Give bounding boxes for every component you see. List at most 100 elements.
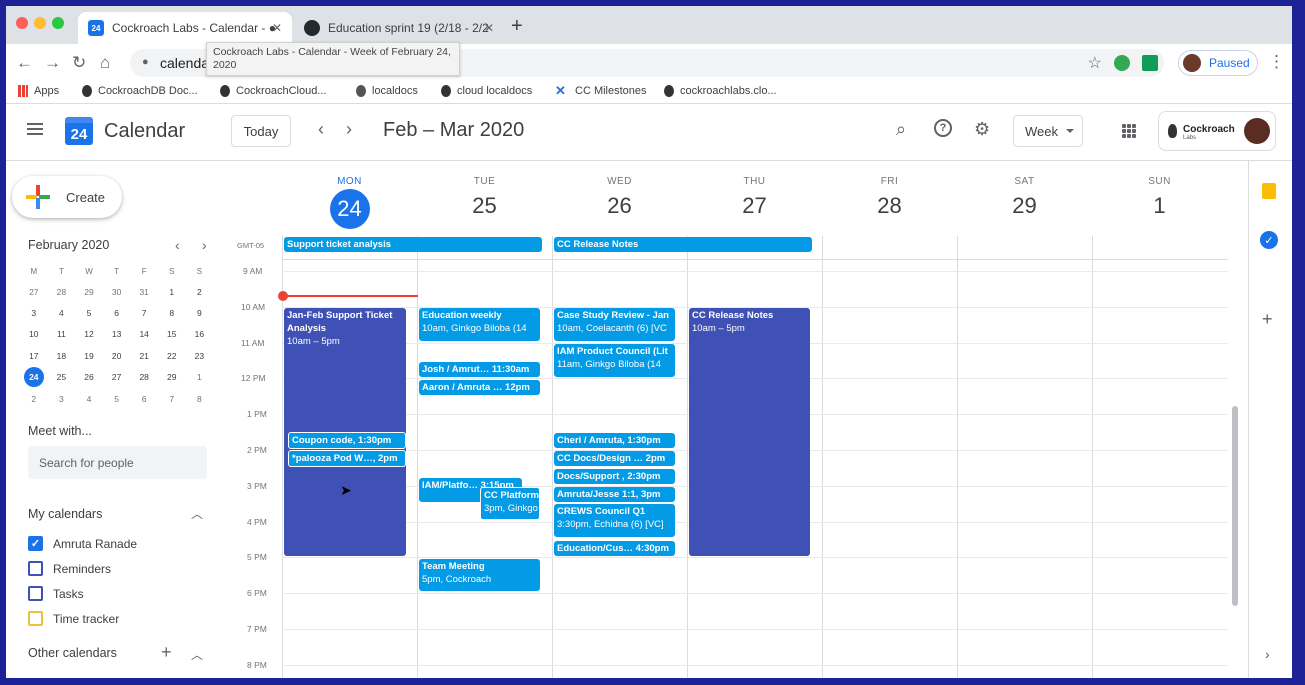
gear-icon[interactable]: ⚙: [974, 119, 990, 140]
chevron-left-icon[interactable]: ‹: [318, 119, 324, 140]
mini-calendar-day[interactable]: 1: [158, 281, 186, 302]
mini-calendar-day[interactable]: 28: [48, 281, 76, 302]
event-block[interactable]: Coupon code, 1:30pm: [288, 432, 406, 449]
mini-calendar-day[interactable]: 2: [20, 388, 48, 409]
event-block[interactable]: IAM Product Council (Lit 11am, Ginkgo Bi…: [554, 344, 675, 377]
mini-calendar-today[interactable]: 24: [23, 367, 44, 388]
mini-calendar-day[interactable]: 18: [48, 345, 76, 366]
event-block[interactable]: Josh / Amrut… 11:30am: [419, 362, 540, 377]
calendar-item[interactable]: Time tracker: [28, 611, 119, 626]
account-badge[interactable]: Cockroach Labs: [1158, 111, 1276, 151]
event-block[interactable]: Amruta/Jesse 1:1, 3pm: [554, 487, 675, 502]
event-block[interactable]: Cheri / Amruta, 1:30pm: [554, 433, 675, 448]
day-number[interactable]: 27: [687, 193, 822, 219]
mini-calendar-day[interactable]: 10: [20, 324, 48, 345]
mini-calendar-day[interactable]: 7: [158, 388, 186, 409]
chevron-up-icon[interactable]: ︿: [191, 646, 203, 663]
calendar-item[interactable]: Tasks: [28, 586, 84, 601]
home-icon[interactable]: ⌂: [100, 53, 110, 73]
scrollbar[interactable]: [1232, 406, 1238, 606]
mini-calendar-day[interactable]: 3: [20, 302, 48, 323]
mini-calendar-day[interactable]: 23: [186, 345, 214, 366]
day-number[interactable]: 1: [1092, 193, 1227, 219]
profile-button[interactable]: Paused: [1178, 50, 1258, 76]
main-menu-icon[interactable]: [27, 123, 43, 135]
day-number[interactable]: 28: [822, 193, 957, 219]
day-header-thu[interactable]: THU 27: [687, 176, 822, 219]
mini-calendar-day[interactable]: 17: [20, 345, 48, 366]
mini-calendar-day[interactable]: 8: [158, 302, 186, 323]
chevron-right-icon[interactable]: ›: [202, 237, 207, 253]
add-calendar-icon[interactable]: +: [161, 642, 172, 663]
bookmark-item[interactable]: CockroachCloud...: [220, 85, 327, 97]
close-icon[interactable]: ✕: [272, 21, 282, 35]
event-block[interactable]: Aaron / Amruta … 12pm: [419, 380, 540, 395]
mini-calendar-day[interactable]: 2: [186, 281, 214, 302]
bookmark-item[interactable]: cockroachlabs.clo...: [664, 85, 777, 97]
bookmark-item[interactable]: ✕ CC Milestones: [555, 84, 647, 97]
close-icon[interactable]: ✕: [484, 21, 494, 35]
help-icon[interactable]: ?: [934, 119, 952, 137]
mini-calendar-day[interactable]: 24: [20, 367, 48, 388]
mini-calendar-day[interactable]: 16: [186, 324, 214, 345]
mini-calendar-day[interactable]: 29: [158, 367, 186, 388]
day-number[interactable]: 25: [417, 193, 552, 219]
bookmark-item[interactable]: CockroachDB Doc...: [82, 85, 198, 97]
mini-calendar-day[interactable]: 22: [158, 345, 186, 366]
allday-event[interactable]: CC Release Notes: [554, 237, 812, 252]
mini-calendar-day[interactable]: 21: [130, 345, 158, 366]
mini-calendar-day[interactable]: 12: [75, 324, 103, 345]
checkbox-icon[interactable]: [28, 586, 43, 601]
event-block[interactable]: Team Meeting 5pm, Cockroach: [419, 559, 540, 591]
mini-calendar-day[interactable]: 4: [48, 302, 76, 323]
new-tab-button[interactable]: +: [511, 15, 523, 38]
mini-calendar-day[interactable]: 7: [130, 302, 158, 323]
search-people-input[interactable]: Search for people: [28, 446, 207, 479]
mini-calendar-day[interactable]: 6: [130, 388, 158, 409]
minimize-window-button[interactable]: [34, 17, 46, 29]
event-block[interactable]: Education/Cus… 4:30pm: [554, 541, 675, 556]
chevron-left-icon[interactable]: ‹: [175, 237, 180, 253]
close-window-button[interactable]: [16, 17, 28, 29]
mini-calendar-day[interactable]: 6: [103, 302, 131, 323]
reload-icon[interactable]: ↻: [72, 53, 86, 73]
search-icon[interactable]: ⌕: [896, 119, 906, 140]
mini-calendar-day[interactable]: 3: [48, 388, 76, 409]
event-block[interactable]: CC Release Notes 10am – 5pm: [689, 308, 810, 556]
mini-calendar-day[interactable]: 9: [186, 302, 214, 323]
today-button[interactable]: Today: [231, 115, 291, 147]
day-number[interactable]: 29: [957, 193, 1092, 219]
my-calendars-heading[interactable]: My calendars: [28, 507, 102, 521]
chevron-up-icon[interactable]: ︿: [191, 505, 203, 522]
bookmark-apps[interactable]: Apps: [18, 85, 59, 97]
tasks-icon[interactable]: ✓: [1260, 231, 1278, 249]
event-block[interactable]: Docs/Support , 2:30pm: [554, 469, 675, 484]
back-arrow-icon[interactable]: ←: [16, 53, 33, 73]
mini-calendar-day[interactable]: 1: [186, 367, 214, 388]
checkbox-icon[interactable]: [28, 561, 43, 576]
mini-calendar-day[interactable]: 27: [20, 281, 48, 302]
mini-calendar-day[interactable]: 27: [103, 367, 131, 388]
event-block[interactable]: CC Platform 3pm, Ginkgo: [480, 487, 540, 520]
mini-calendar-day[interactable]: 15: [158, 324, 186, 345]
day-header-tue[interactable]: TUE 25: [417, 176, 552, 219]
extension-icon[interactable]: [1114, 55, 1130, 71]
mini-calendar-day[interactable]: 20: [103, 345, 131, 366]
mini-calendar-day[interactable]: 28: [130, 367, 158, 388]
add-addon-icon[interactable]: +: [1262, 309, 1273, 330]
mini-calendar-day[interactable]: 8: [186, 388, 214, 409]
browser-tab-github[interactable]: Education sprint 19 (2/18 - 2/2 ✕: [294, 12, 504, 44]
event-block[interactable]: *palooza Pod W…, 2pm: [288, 450, 406, 467]
view-selector[interactable]: Week: [1013, 115, 1083, 147]
mini-calendar-day[interactable]: 14: [130, 324, 158, 345]
apps-grid-icon[interactable]: [1122, 124, 1136, 138]
mini-calendar-day[interactable]: 31: [130, 281, 158, 302]
calendar-item[interactable]: Reminders: [28, 561, 111, 576]
chevron-right-icon[interactable]: ›: [346, 119, 352, 140]
forward-arrow-icon[interactable]: →: [44, 53, 61, 73]
mini-calendar-day[interactable]: 25: [48, 367, 76, 388]
mini-calendar-day[interactable]: 29: [75, 281, 103, 302]
day-header-sun[interactable]: SUN 1: [1092, 176, 1227, 219]
more-menu-icon[interactable]: ⋮: [1268, 52, 1285, 72]
mini-calendar-day[interactable]: 13: [103, 324, 131, 345]
